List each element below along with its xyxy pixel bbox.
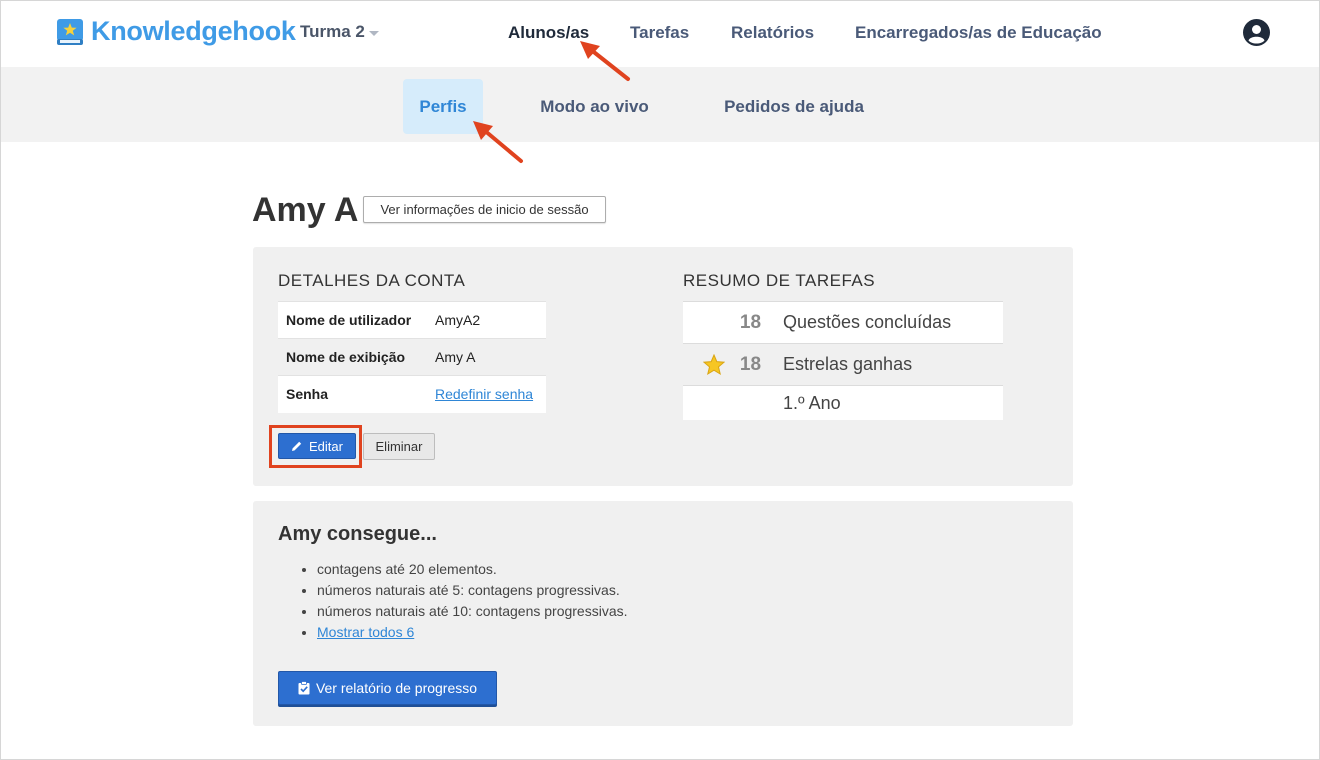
questions-completed-label: Questões concluídas [783, 312, 952, 332]
questions-completed-count: 18 [739, 311, 762, 333]
tab-help-requests[interactable]: Pedidos de ajuda [712, 79, 876, 134]
list-item: Mostrar todos 6 [317, 622, 628, 643]
nav-guardians[interactable]: Encarregados/as de Educação [855, 23, 1102, 43]
list-item: 1.º Ano [683, 385, 1003, 420]
class-selector[interactable]: Turma 2 [300, 22, 379, 42]
password-label: Senha [286, 386, 329, 403]
view-progress-report-label: Ver relatório de progresso [315, 680, 478, 696]
nav-reports[interactable]: Relatórios [731, 23, 814, 43]
book-star-icon [55, 17, 85, 47]
star-icon [703, 353, 725, 375]
nav-tasks[interactable]: Tarefas [630, 23, 689, 43]
sub-navigation-bar: Perfis Modo ao vivo Pedidos de ajuda [1, 67, 1319, 142]
username-value: AmyA2 [435, 312, 481, 328]
display-name-value: Amy A [435, 349, 476, 365]
show-all-skills-link[interactable]: Mostrar todos 6 [317, 624, 414, 640]
tab-profiles[interactable]: Perfis [403, 79, 483, 134]
task-summary-list: 18 Questões concluídas 18 Estrelas ganha… [683, 301, 1003, 420]
app-frame: Knowledgehook Turma 2 Alunos/as Tarefas … [0, 0, 1320, 760]
skills-title: Amy consegue... [278, 523, 437, 545]
clipboard-check-icon [298, 681, 310, 695]
edit-button-label: Editar [309, 438, 343, 454]
list-item: 18 Estrelas ganhas [683, 343, 1003, 385]
table-row: Nome de exibição Amy A [278, 338, 546, 376]
list-item: números naturais até 10: contagens progr… [317, 601, 628, 622]
account-details-table: Nome de utilizador AmyA2 Nome de exibiçã… [278, 301, 546, 413]
task-summary-title: RESUMO DE TAREFAS [683, 271, 876, 290]
grade-label: 1.º Ano [783, 392, 841, 413]
user-profile-icon[interactable] [1243, 19, 1270, 46]
nav-students[interactable]: Alunos/as [508, 23, 589, 43]
brand-name: Knowledgehook [91, 16, 296, 46]
brand-logo[interactable]: Knowledgehook [55, 16, 296, 47]
table-row: Nome de utilizador AmyA2 [278, 301, 546, 339]
skills-list: contagens até 20 elementos. números natu… [317, 559, 628, 643]
username-label: Nome de utilizador [286, 312, 412, 328]
table-row: Senha Redefinir senha [278, 375, 546, 413]
account-panel: DETALHES DA CONTA Nome de utilizador Amy… [253, 247, 1073, 486]
stars-earned-count: 18 [739, 353, 762, 375]
skills-panel: Amy consegue... contagens até 20 element… [253, 501, 1073, 726]
display-name-label: Nome de exibição [286, 349, 406, 365]
view-progress-report-button[interactable]: Ver relatório de progresso [278, 671, 497, 705]
stars-earned-label: Estrelas ganhas [783, 354, 913, 374]
tab-live-mode[interactable]: Modo ao vivo [529, 79, 660, 134]
view-login-info-button[interactable]: Ver informações de inicio de sessão [363, 196, 606, 223]
edit-button[interactable]: Editar [278, 433, 356, 459]
reset-password-link[interactable]: Redefinir senha [435, 386, 533, 402]
list-item: contagens até 20 elementos. [317, 559, 628, 580]
delete-button[interactable]: Eliminar [363, 433, 435, 460]
top-navigation-bar: Knowledgehook Turma 2 Alunos/as Tarefas … [1, 1, 1319, 67]
list-item: 18 Questões concluídas [683, 301, 1003, 343]
list-item: números naturais até 5: contagens progre… [317, 580, 628, 601]
class-selector-value: Turma 2 [300, 22, 365, 41]
pencil-icon [292, 441, 302, 451]
chevron-down-icon [368, 30, 379, 36]
student-name-heading: Amy A [252, 191, 359, 229]
account-details-title: DETALHES DA CONTA [278, 271, 466, 290]
